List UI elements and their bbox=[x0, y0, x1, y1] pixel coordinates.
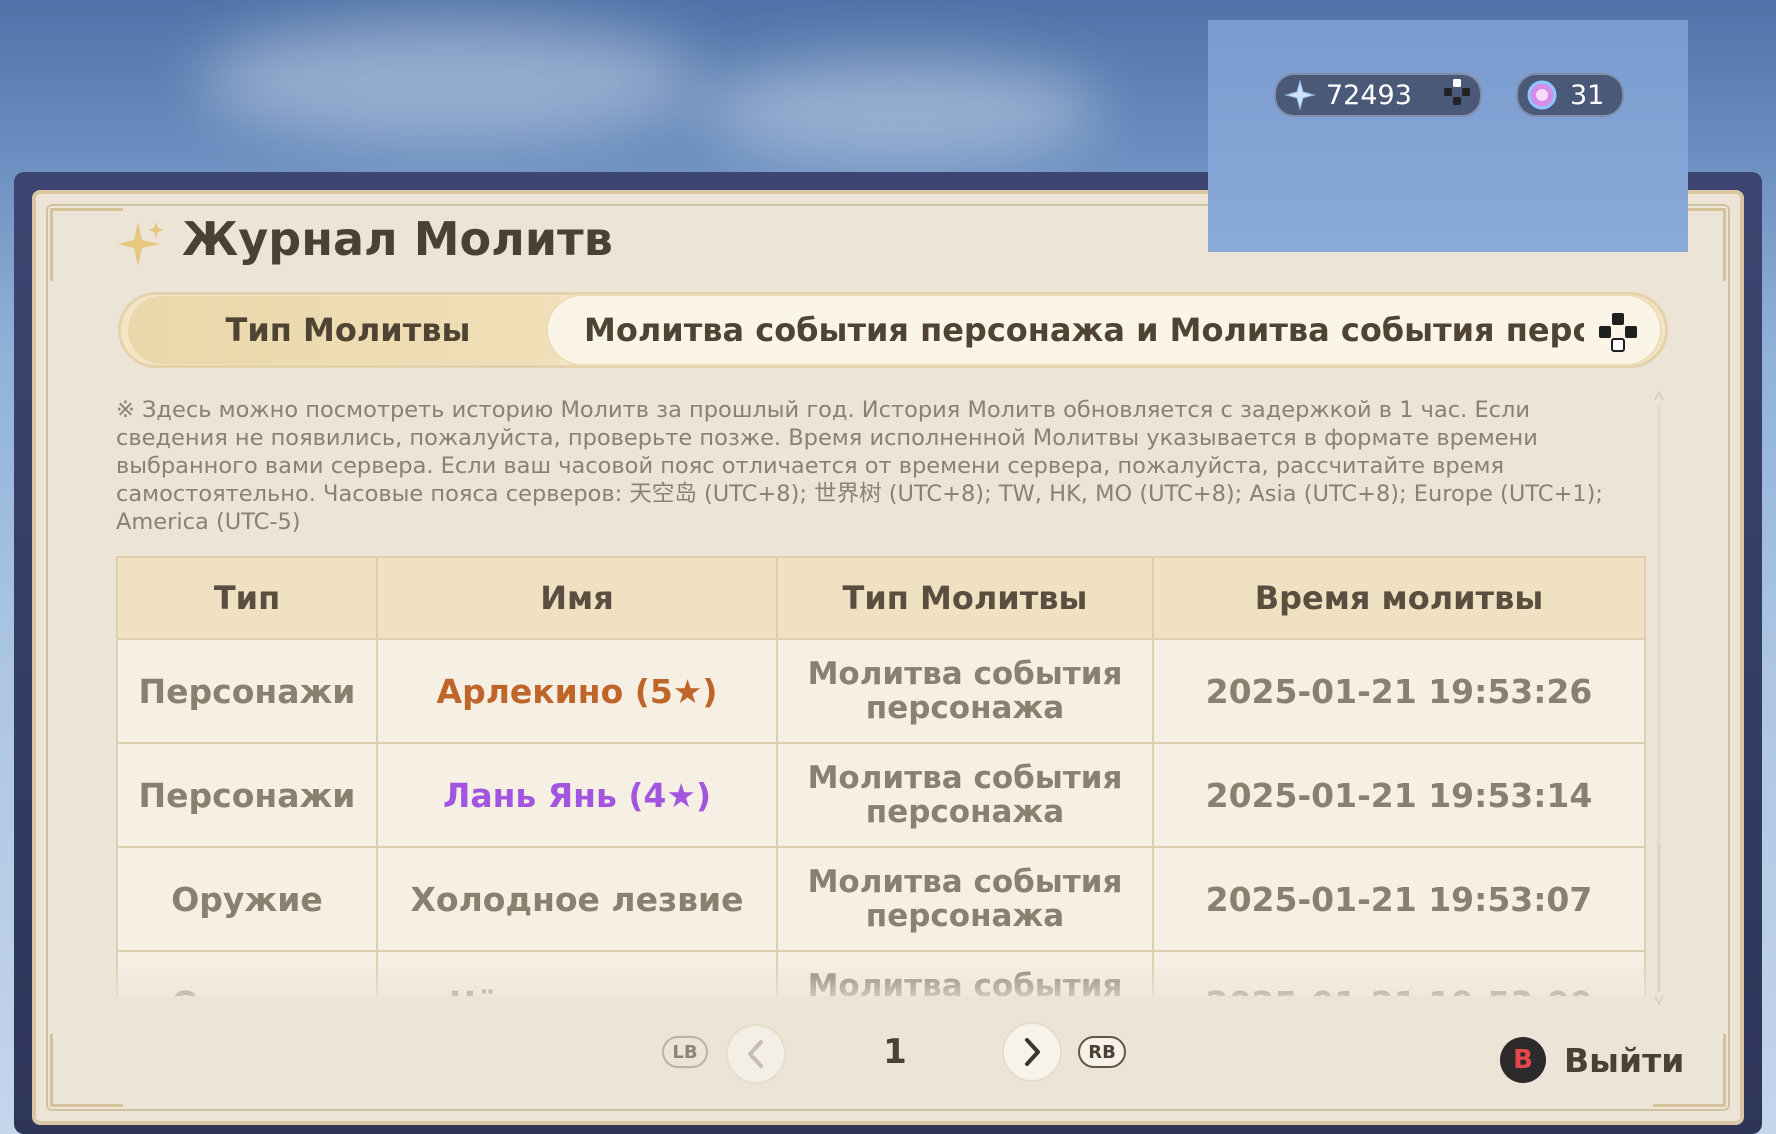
history-notice: ※ Здесь можно посмотреть историю Молитв … bbox=[116, 397, 1603, 535]
chevron-left-icon bbox=[748, 1040, 763, 1068]
add-gamepad-icon[interactable] bbox=[1442, 77, 1472, 114]
next-page-button[interactable] bbox=[1004, 1024, 1060, 1080]
sky-cloud bbox=[700, 60, 1100, 160]
row-time: 2025-01-21 19:53:07 bbox=[1154, 848, 1646, 950]
row-item-name: Холодное лезвие bbox=[378, 848, 778, 950]
row-wish-type: Молитва события персонажа bbox=[778, 848, 1154, 950]
wish-type-selected-value[interactable]: Молитва события персонажа и Молитва собы… bbox=[584, 296, 1584, 364]
row-type: Персонажи bbox=[116, 744, 378, 846]
exit-button[interactable]: B Выйти bbox=[1500, 1030, 1684, 1090]
page-number: 1 bbox=[883, 1032, 907, 1072]
gamepad-buttons-icon[interactable] bbox=[1596, 310, 1640, 354]
intertwined-fate-icon bbox=[1522, 75, 1562, 115]
rb-hint-button[interactable]: RB bbox=[1078, 1036, 1126, 1068]
fate-count: 31 bbox=[1570, 79, 1605, 111]
chevron-right-icon bbox=[1025, 1038, 1040, 1066]
fate-counter: 31 bbox=[1516, 73, 1624, 117]
header-type: Тип bbox=[116, 558, 378, 638]
row-time: 2025-01-21 19:53:26 bbox=[1154, 640, 1646, 742]
sky-cloud bbox=[200, 20, 700, 140]
page-corner-ornament bbox=[50, 208, 123, 281]
lb-hint-button[interactable]: LB bbox=[662, 1036, 708, 1068]
table-row: Оружие Холодное лезвие Молитва события п… bbox=[116, 848, 1646, 952]
header-time: Время молитвы bbox=[1154, 558, 1646, 638]
header-name: Имя bbox=[378, 558, 778, 638]
row-item-name: Арлекино (5★) bbox=[378, 640, 778, 742]
exit-label: Выйти bbox=[1564, 1040, 1685, 1080]
currency-panel-bg bbox=[1208, 20, 1688, 252]
primogem-icon bbox=[1280, 75, 1320, 115]
b-key-icon: B bbox=[1500, 1037, 1546, 1083]
wish-type-label: Тип Молитвы bbox=[225, 311, 471, 349]
row-time: 2025-01-21 19:53:14 bbox=[1154, 744, 1646, 846]
table-header: Тип Имя Тип Молитвы Время молитвы bbox=[116, 556, 1646, 640]
primogem-counter[interactable]: 72493 bbox=[1274, 73, 1482, 117]
sparkle-icon bbox=[116, 218, 168, 270]
primogem-count: 72493 bbox=[1326, 79, 1412, 111]
table-fade-overlay bbox=[116, 960, 1646, 1010]
header-wish-type: Тип Молитвы bbox=[778, 558, 1154, 638]
row-wish-type: Молитва события персонажа bbox=[778, 744, 1154, 846]
wish-history-table: Тип Имя Тип Молитвы Время молитвы Персон… bbox=[116, 556, 1646, 996]
table-scrollbar[interactable] bbox=[1654, 390, 1664, 1006]
table-row: Персонажи Арлекино (5★) Молитва события … bbox=[116, 640, 1646, 744]
row-type: Оружие bbox=[116, 848, 378, 950]
row-wish-type: Молитва события персонажа bbox=[778, 640, 1154, 742]
prev-page-button[interactable] bbox=[728, 1026, 784, 1082]
table-row: Персонажи Лань Янь (4★) Молитва события … bbox=[116, 744, 1646, 848]
row-item-name: Лань Янь (4★) bbox=[378, 744, 778, 846]
row-type: Персонажи bbox=[116, 640, 378, 742]
page-title: Журнал Молитв bbox=[182, 212, 613, 266]
page-corner-ornament bbox=[50, 1034, 123, 1107]
